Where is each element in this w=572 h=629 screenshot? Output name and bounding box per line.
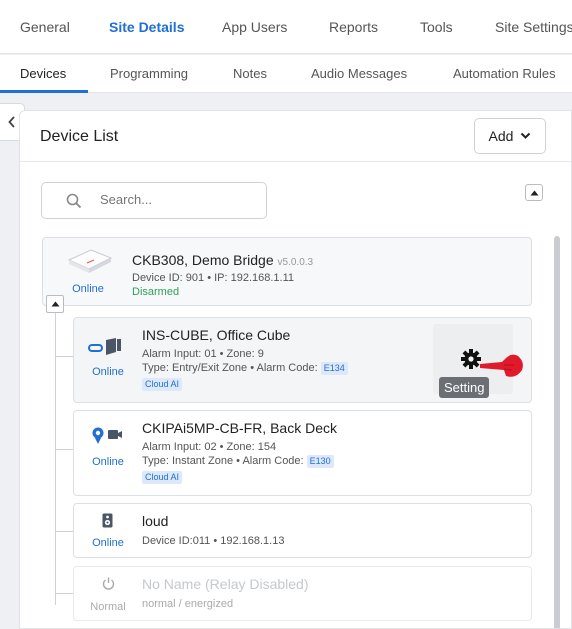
device-name: loud <box>142 513 169 529</box>
panel-divider <box>20 161 571 162</box>
caret-up-icon <box>530 190 538 195</box>
tab-general[interactable]: General <box>20 19 70 35</box>
alarm-code-badge: E134 <box>320 362 348 375</box>
door-sensor-icon <box>88 338 121 355</box>
bridge-status: Online <box>72 283 104 295</box>
device-list-panel: Device List Add Online CKB308, Demo Brid… <box>19 110 572 629</box>
tree-connector <box>55 449 73 450</box>
tab-site-settings[interactable]: Site Settings <box>495 19 572 35</box>
sub-nav: Devices Programming Notes Audio Messages… <box>0 55 572 93</box>
device-info: Device ID:011 • 192.168.1.13 <box>142 535 285 547</box>
device-type: Type: Instant Zone • Alarm Code: E130 <box>142 454 334 468</box>
add-button[interactable]: Add <box>474 118 546 154</box>
device-tags: Cloud AI <box>142 470 183 484</box>
tab-reports[interactable]: Reports <box>329 19 378 35</box>
active-tab-indicator <box>0 90 88 93</box>
bridge-version: v5.0.0.3 <box>277 257 314 268</box>
chevron-left-icon <box>8 116 15 128</box>
add-button-label: Add <box>488 128 514 144</box>
tab-notes[interactable]: Notes <box>233 66 267 81</box>
device-info: normal / energized <box>142 598 234 610</box>
tree-connector <box>55 356 73 357</box>
tab-devices[interactable]: Devices <box>20 66 66 81</box>
device-alarm-input: Alarm Input: 01 • Zone: 9 <box>142 348 264 360</box>
device-card-relay-disabled[interactable]: Normal No Name (Relay Disabled) normal /… <box>73 566 532 621</box>
cloud-ai-tag: Cloud AI <box>142 471 183 484</box>
power-icon <box>102 577 115 590</box>
device-name: INS-CUBE, Office Cube <box>142 327 291 343</box>
collapse-children-button[interactable] <box>46 295 64 313</box>
camera-icon <box>92 427 122 444</box>
chevron-down-icon <box>521 132 531 139</box>
device-status: Online <box>92 537 124 549</box>
search-box[interactable] <box>41 182 267 219</box>
setting-tooltip: Setting <box>439 377 490 398</box>
device-alarm-input: Alarm Input: 02 • Zone: 154 <box>142 441 277 453</box>
device-status: Normal <box>90 601 126 613</box>
bridge-card[interactable]: Online CKB308, Demo Bridge v5.0.0.3 Devi… <box>42 237 532 306</box>
device-name: No Name (Relay Disabled) <box>142 576 309 592</box>
top-nav: General Site Details App Users Reports T… <box>0 0 572 54</box>
tab-site-details[interactable]: Site Details <box>109 19 184 35</box>
scrollbar-thumb[interactable] <box>554 236 560 628</box>
scroll-top-button[interactable] <box>525 184 543 201</box>
device-card-loud[interactable]: Online loud Device ID:011 • 192.168.1.13 <box>73 503 532 558</box>
tree-connector <box>55 531 73 532</box>
search-input[interactable] <box>100 192 250 207</box>
device-card-back-deck[interactable]: Online CKIPAi5MP-CB-FR, Back Deck Alarm … <box>73 410 532 496</box>
alarm-code-badge: E130 <box>306 455 334 468</box>
tab-app-users[interactable]: App Users <box>222 19 287 35</box>
caret-up-icon <box>51 301 59 307</box>
device-name: CKIPAi5MP-CB-FR, Back Deck <box>142 420 337 436</box>
device-tags: Cloud AI <box>142 377 183 391</box>
tab-audio-messages[interactable]: Audio Messages <box>311 66 407 81</box>
speaker-icon <box>102 513 113 528</box>
tree-connector <box>55 310 56 605</box>
device-status: Online <box>92 366 124 378</box>
bridge-device-icon <box>67 249 113 273</box>
tree-connector <box>55 593 73 594</box>
panel-title: Device List <box>40 128 119 145</box>
tab-automation-rules[interactable]: Automation Rules <box>453 66 556 81</box>
tab-tools[interactable]: Tools <box>420 19 453 35</box>
bridge-name: CKB308, Demo Bridge v5.0.0.3 <box>132 252 314 268</box>
cloud-ai-tag: Cloud AI <box>142 378 183 391</box>
device-type: Type: Entry/Exit Zone • Alarm Code: E134 <box>142 361 348 375</box>
device-status: Online <box>92 456 124 468</box>
bridge-info: Device ID: 901 • IP: 192.168.1.11 <box>132 272 295 284</box>
bridge-arm-state: Disarmed <box>132 286 180 298</box>
tab-programming[interactable]: Programming <box>110 66 188 81</box>
search-icon <box>66 193 82 209</box>
